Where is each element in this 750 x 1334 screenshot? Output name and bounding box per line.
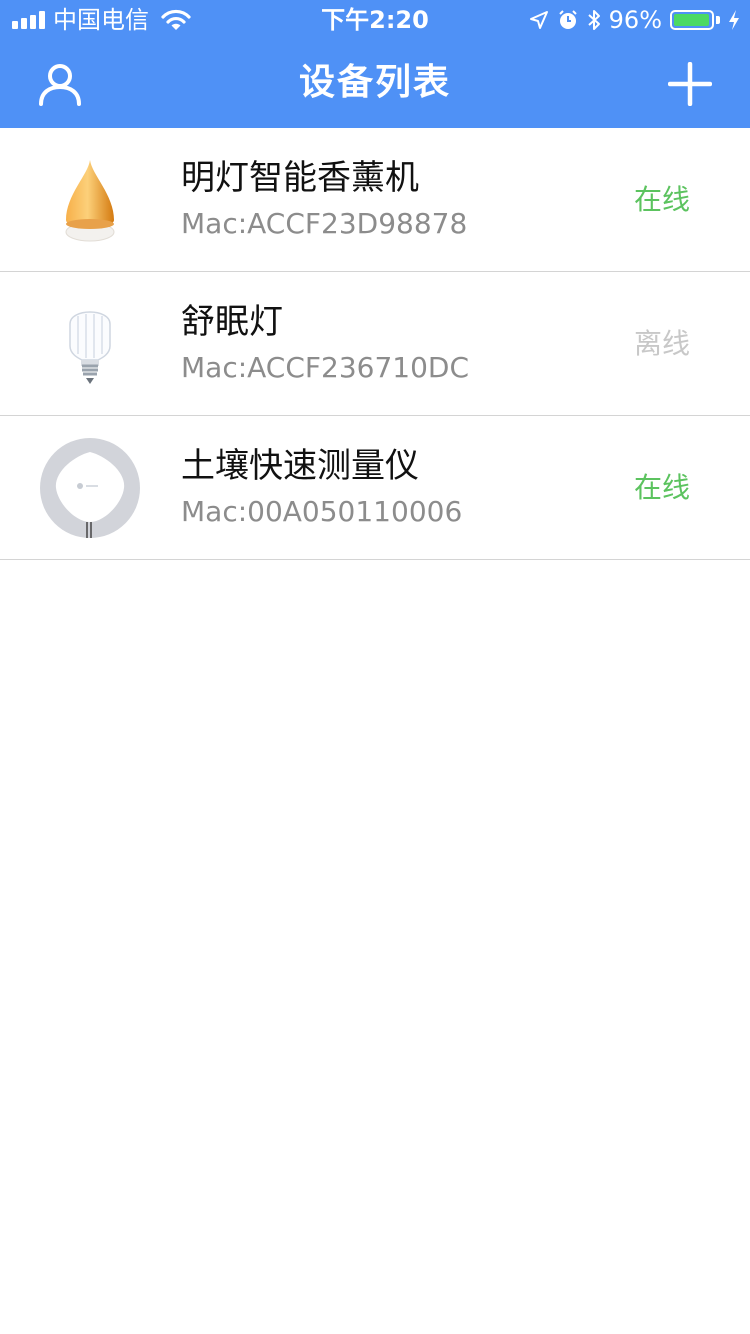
light-bulb-image (69, 311, 111, 384)
page-title: 设备列表 (298, 62, 451, 103)
battery-percent: 96% (608, 6, 662, 34)
battery-fill (674, 14, 709, 26)
device-name: 土壤快速测量仪 (181, 446, 419, 486)
bluetooth-icon (587, 10, 600, 30)
device-name: 明灯智能香薰机 (181, 158, 419, 198)
device-row[interactable]: 舒眠灯 Mac:ACCF236710DC 离线 (0, 272, 750, 416)
device-mac: Mac:ACCF236710DC (181, 351, 470, 384)
alarm-icon (558, 10, 577, 29)
app-header: 中国电信 下午2:20 96% 设备列表 (0, 0, 750, 128)
status-bar: 中国电信 下午2:20 96% (0, 0, 750, 40)
battery-icon (670, 10, 714, 30)
device-mac: Mac:ACCF23D98878 (181, 207, 468, 240)
charging-icon (729, 10, 739, 30)
status-bar-right: 96% (529, 6, 740, 34)
battery-tip (716, 16, 720, 24)
add-device-button[interactable] (668, 62, 712, 106)
device-list: 明灯智能香薰机 Mac:ACCF23D98878 在线 舒眠灯 Mac:ACCF… (0, 128, 750, 560)
device-mac: Mac:00A050110006 (181, 495, 463, 528)
device-status: 在线 (633, 183, 690, 216)
device-status: 离线 (633, 327, 690, 360)
aroma-diffuser-image (65, 160, 115, 242)
soil-meter-image (40, 438, 140, 538)
device-row[interactable]: 土壤快速测量仪 Mac:00A050110006 在线 (0, 416, 750, 560)
device-name: 舒眠灯 (181, 302, 283, 342)
device-row[interactable]: 明灯智能香薰机 Mac:ACCF23D98878 在线 (0, 128, 750, 272)
location-arrow-icon (529, 11, 548, 29)
device-status: 在线 (633, 471, 690, 504)
